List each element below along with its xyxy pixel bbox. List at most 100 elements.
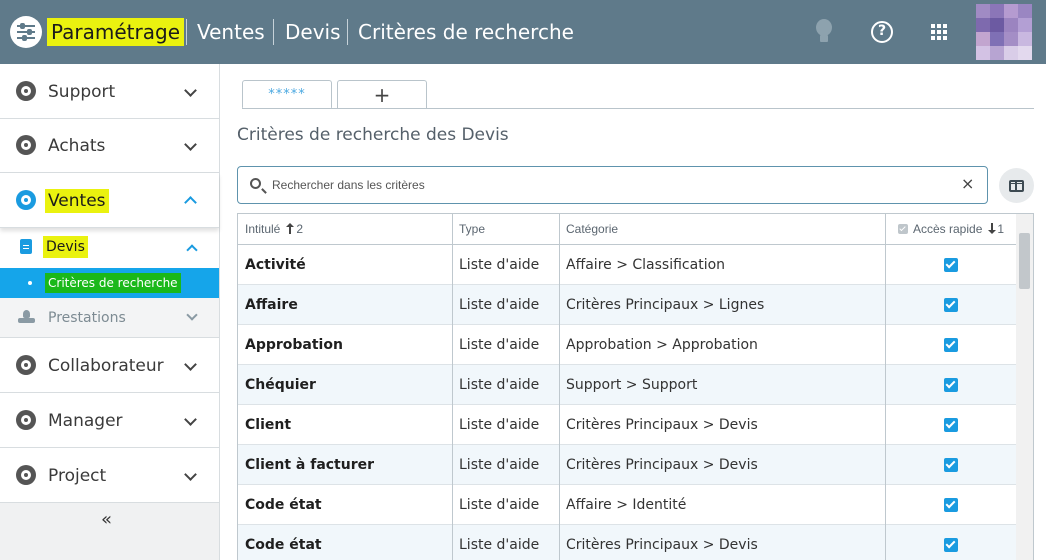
table-scrollbar[interactable]: [1016, 214, 1033, 560]
cell-type: Liste d'aide: [459, 297, 540, 313]
top-bar: Paramétrage Ventes Devis Critères de rec…: [0, 0, 1046, 64]
sidebar-item-project[interactable]: Project: [0, 448, 219, 503]
search-input[interactable]: [272, 175, 952, 195]
tab-label: *****: [268, 87, 306, 102]
table-row[interactable]: Activité Liste d'aide Affaire > Classifi…: [238, 245, 1016, 285]
quick-access-checkbox[interactable]: [944, 378, 958, 392]
sidebar-subitem-criteres[interactable]: Critères de recherche: [0, 268, 219, 298]
page-title: Critères de recherche des Devis: [237, 125, 509, 145]
plus-icon: +: [373, 83, 391, 107]
sidebar-item-collaborateur[interactable]: Collaborateur: [0, 338, 219, 393]
quick-access-checkbox[interactable]: [944, 338, 958, 352]
cell-intitule: Code état: [245, 537, 322, 553]
close-icon[interactable]: ×: [961, 174, 974, 193]
column-header-type[interactable]: Type: [459, 214, 485, 245]
sort-order: 2: [296, 222, 304, 236]
cell-categorie: Support > Support: [566, 377, 698, 393]
quick-access-checkbox[interactable]: [944, 298, 958, 312]
breadcrumb-separator: [273, 19, 274, 45]
quick-access-checkbox[interactable]: [944, 538, 958, 552]
sort-ascending-icon: [286, 223, 295, 234]
scrollbar-thumb[interactable]: [1019, 233, 1030, 289]
column-header-acces-rapide[interactable]: Accès rapide 1: [898, 214, 1004, 245]
quick-access-checkbox[interactable]: [944, 498, 958, 512]
cell-type: Liste d'aide: [459, 257, 540, 273]
sidebar-item-support[interactable]: Support: [0, 64, 219, 119]
chevron-down-icon: [184, 468, 197, 481]
cell-type: Liste d'aide: [459, 417, 540, 433]
sort-order: 1: [997, 222, 1005, 236]
table-row[interactable]: Code état Liste d'aide Affaire > Identit…: [238, 485, 1016, 525]
sidebar-subitem-label: Devis: [43, 236, 88, 258]
sidebar-item-manager[interactable]: Manager: [0, 393, 219, 448]
column-header-label: Accès rapide: [913, 222, 983, 236]
table-header: Intitulé 2 Type Catégorie Accès rapide 1: [238, 214, 1016, 245]
sidebar-collapse-button[interactable]: «: [0, 503, 219, 560]
column-header-label: Type: [459, 222, 486, 236]
cell-intitule: Client à facturer: [245, 457, 375, 473]
chevron-down-icon: [184, 84, 197, 97]
sidebar-subitem-label: Prestations: [48, 310, 126, 326]
document-icon: [20, 239, 32, 254]
bag-icon: [16, 135, 36, 155]
breadcrumb-separator: [186, 19, 187, 45]
column-header-intitule[interactable]: Intitulé 2: [245, 214, 303, 245]
cell-intitule: Code état: [245, 497, 322, 513]
apps-grid-icon[interactable]: [926, 18, 954, 46]
cell-intitule: Chéquier: [245, 377, 316, 393]
sidebar-subitem-devis[interactable]: Devis: [0, 228, 219, 268]
breadcrumb-devis[interactable]: Devis: [285, 18, 341, 46]
headset-icon: [16, 81, 36, 101]
sidebar: Support Achats Ventes Devis Critères de …: [0, 64, 220, 560]
table-row[interactable]: Chéquier Liste d'aide Support > Support: [238, 365, 1016, 405]
column-divider: [452, 214, 453, 560]
project-icon: [16, 465, 36, 485]
sidebar-subitem-prestations[interactable]: Prestations: [0, 298, 219, 338]
sidebar-item-label: Ventes: [45, 189, 109, 213]
double-chevron-left-icon: «: [101, 509, 112, 530]
chevron-down-icon: [184, 358, 197, 371]
cell-type: Liste d'aide: [459, 377, 540, 393]
quick-access-checkbox[interactable]: [944, 418, 958, 432]
avatar[interactable]: [976, 4, 1032, 60]
table-row[interactable]: Affaire Liste d'aide Critères Principaux…: [238, 285, 1016, 325]
sidebar-item-label: Collaborateur: [48, 356, 164, 376]
sidebar-item-achats[interactable]: Achats: [0, 118, 219, 173]
tab-saved-search[interactable]: *****: [242, 80, 332, 109]
cell-type: Liste d'aide: [459, 337, 540, 353]
settings-logo-icon[interactable]: [10, 16, 42, 48]
table-row[interactable]: Client à facturer Liste d'aide Critères …: [238, 445, 1016, 485]
tab-add[interactable]: +: [337, 80, 427, 109]
search-box: ×: [237, 166, 988, 204]
quick-access-checkbox[interactable]: [944, 258, 958, 272]
quick-access-checkbox[interactable]: [944, 458, 958, 472]
table-row[interactable]: Approbation Liste d'aide Approbation > A…: [238, 325, 1016, 365]
help-icon[interactable]: ?: [868, 18, 896, 46]
breadcrumb-separator: [347, 19, 348, 45]
cell-categorie: Critères Principaux > Devis: [566, 417, 758, 433]
network-icon: [16, 410, 36, 430]
table-row[interactable]: Code état Liste d'aide Critères Principa…: [238, 525, 1016, 560]
columns-button[interactable]: [999, 168, 1034, 203]
breadcrumb-criteres: Critères de recherche: [358, 20, 574, 44]
column-header-label: Catégorie: [566, 222, 619, 236]
user-icon: [16, 355, 36, 375]
sidebar-item-label: Support: [48, 82, 116, 102]
sidebar-item-ventes[interactable]: Ventes: [0, 173, 219, 228]
column-header-categorie[interactable]: Catégorie: [566, 214, 618, 245]
lightbulb-icon[interactable]: [810, 18, 838, 46]
cell-categorie: Critères Principaux > Lignes: [566, 297, 765, 313]
sidebar-item-label: Project: [48, 466, 107, 486]
tab-divider: [242, 108, 1034, 109]
table-row[interactable]: Client Liste d'aide Critères Principaux …: [238, 405, 1016, 445]
columns-icon: [1009, 180, 1024, 192]
header-checkbox-icon[interactable]: [898, 224, 908, 234]
breadcrumb-ventes[interactable]: Ventes: [197, 18, 265, 46]
search-icon: [250, 178, 261, 189]
chevron-down-icon: [184, 138, 197, 151]
hand-service-icon: [18, 310, 36, 324]
cell-intitule: Approbation: [245, 337, 343, 353]
sidebar-subitem-label: Critères de recherche: [45, 273, 181, 293]
breadcrumb-parametrage[interactable]: Paramétrage: [47, 18, 185, 46]
cell-categorie: Approbation > Approbation: [566, 337, 758, 353]
